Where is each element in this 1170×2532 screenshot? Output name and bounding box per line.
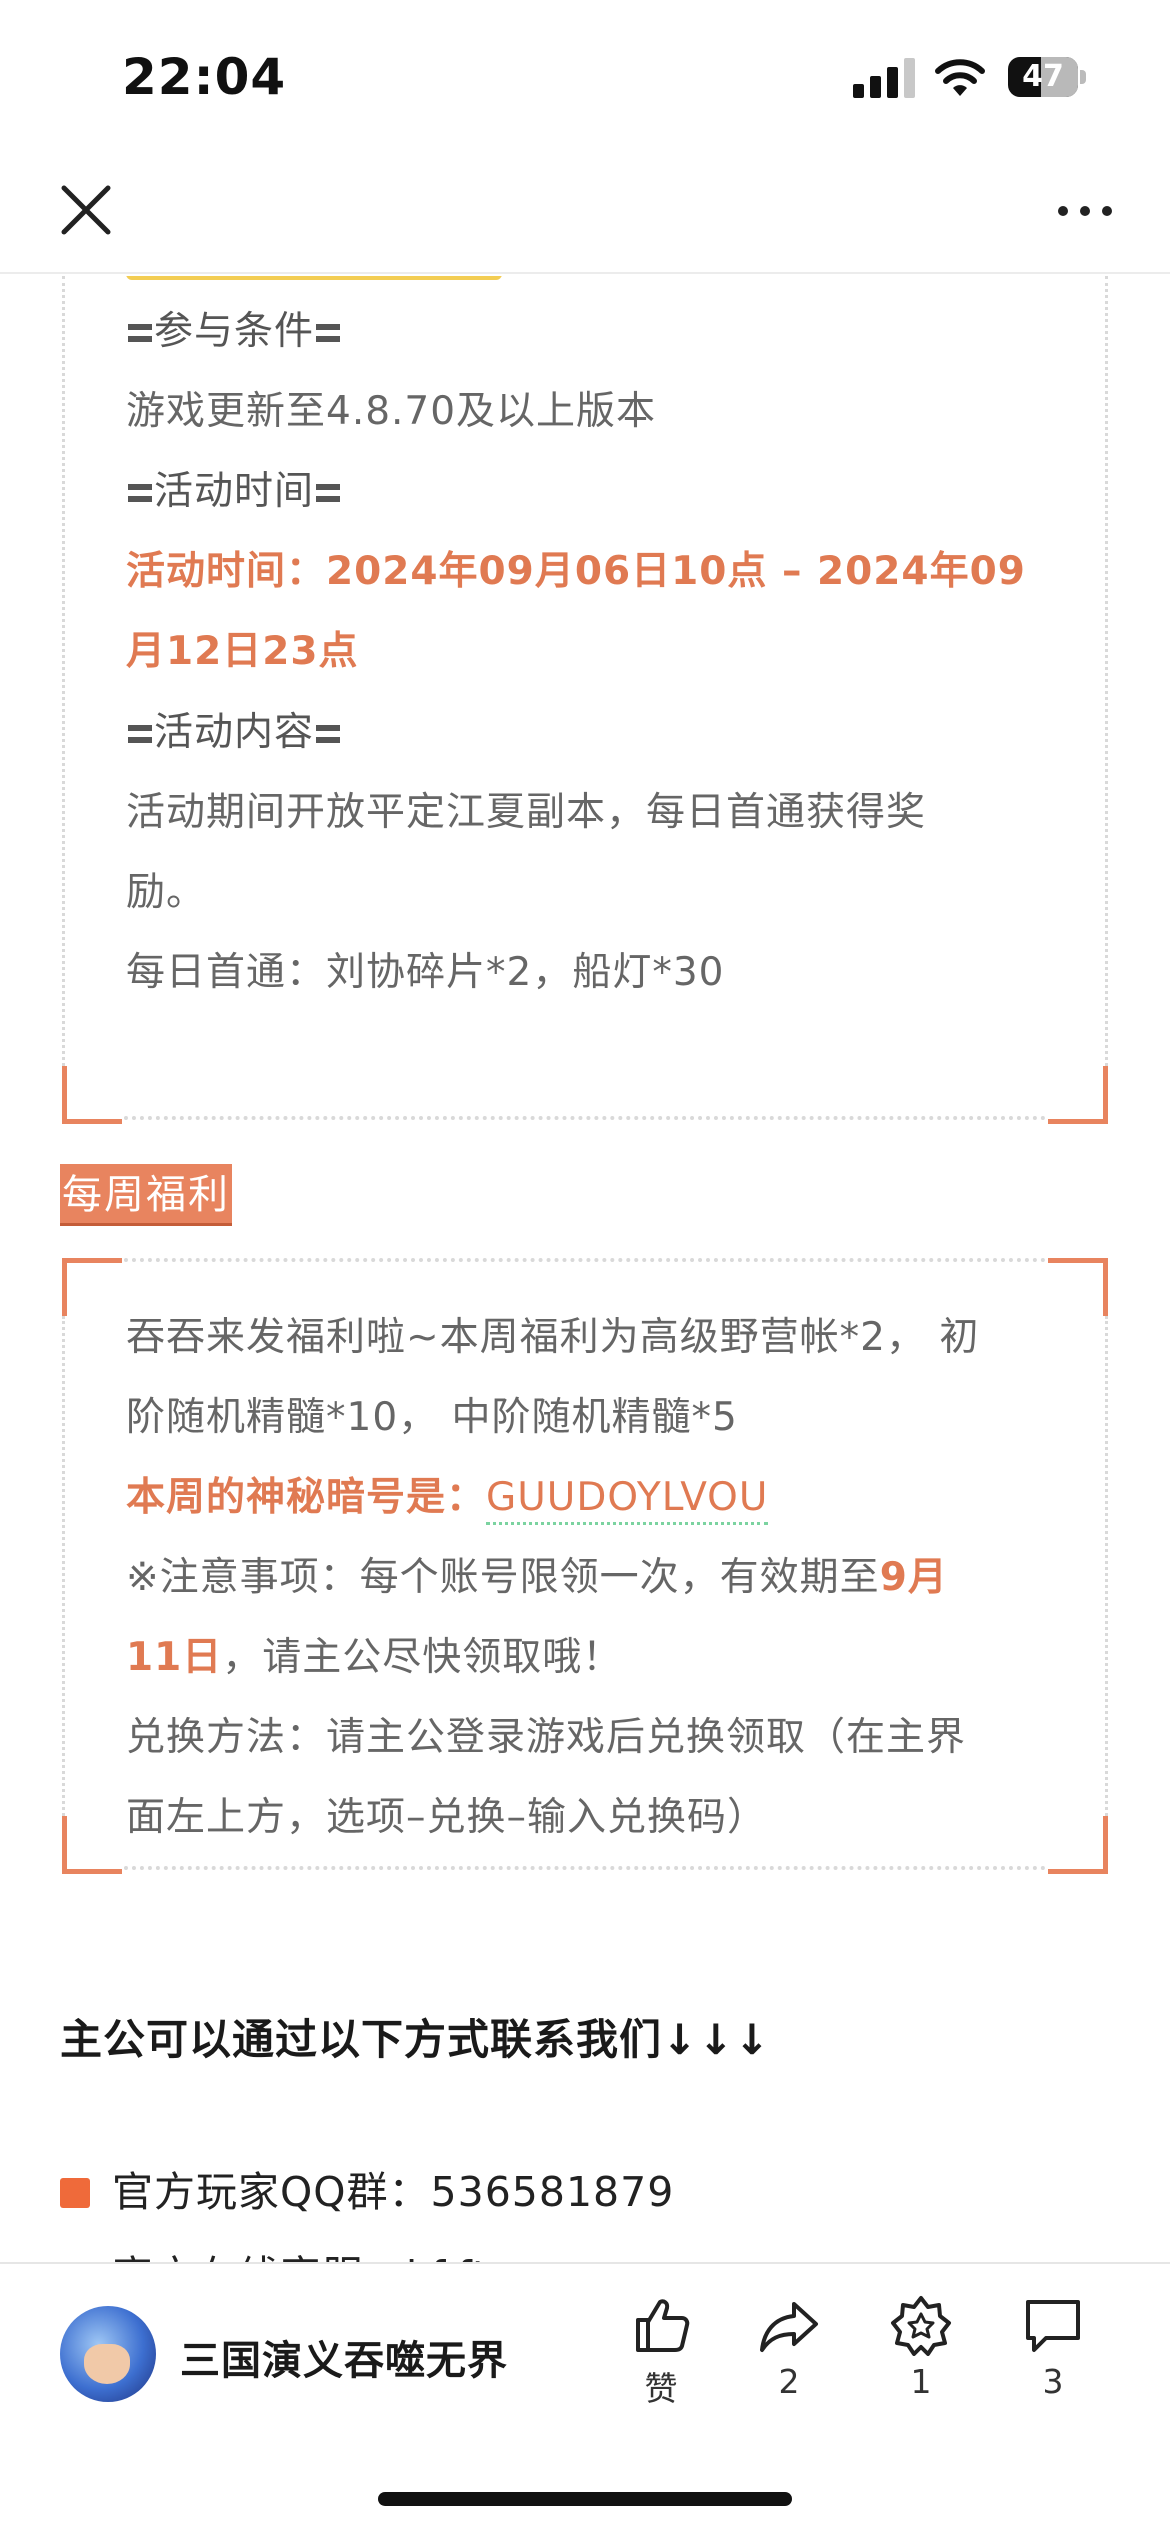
nav-bar [0,150,1170,274]
daily-reward-line: 每日首通：刘协碎片*2，船灯*30 [126,950,725,995]
share-button[interactable]: 2 [744,2294,834,2401]
share-arrow-icon [760,2302,818,2352]
more-dots-icon[interactable] [1050,180,1120,240]
badge-star-icon [891,2296,951,2356]
notice-line-2: 11日，请主公尽快领取哦！ [126,1635,623,1680]
weekly-line-2: 阶随机精髓*10， 中阶随机精髓*5 [126,1395,738,1440]
like-button[interactable]: 赞 [616,2294,706,2410]
article-content: 参与条件 游戏更新至4.8.70及以上版本 活动时间 活动时间：2024年09月… [0,276,1170,2262]
home-indicator[interactable] [378,2492,792,2506]
comment-bubble-icon [1026,2300,1080,2352]
weekly-benefits-title: 每周福利 [60,1164,232,1226]
participation-heading: 参与条件 [126,300,342,356]
time-heading: 活动时间 [126,460,342,516]
battery-icon: 47 [1008,57,1086,97]
contact-heading: 主公可以通过以下方式联系我们↓↓↓ [60,2015,771,2064]
battery-percentage: 47 [1022,59,1064,94]
contact-item: 官方玩家QQ群：536581879 [60,2158,674,2218]
event-time-line-1: 活动时间：2024年09月06日10点 – 2024年09 [126,549,1026,594]
cellular-signal-icon [853,58,915,98]
secret-code-value[interactable]: GUUDOYLVOU [486,1475,769,1525]
participation-text: 游戏更新至4.8.70及以上版本 [126,389,657,434]
close-icon[interactable] [56,180,116,240]
thumbs-up-icon [636,2299,690,2352]
comment-button[interactable]: 3 [1008,2294,1098,2401]
secret-code-line: 本周的神秘暗号是：GUUDOYLVOU [126,1466,769,1525]
account-name[interactable]: 三国演义吞噬无界 [180,2328,508,2386]
status-time: 22:04 [122,48,287,106]
bullet-square-icon [60,2178,90,2208]
content-heading: 活动内容 [126,701,342,757]
redeem-method-line-2: 面左上方，选项–兑换–输入兑换码） [126,1795,768,1840]
account-avatar[interactable] [60,2306,156,2402]
favorite-button[interactable]: 1 [876,2294,966,2401]
redeem-method-line-1: 兑换方法：请主公登录游戏后兑换领取（在主界 [126,1715,967,1760]
weekly-line-1: 吞吞来发福利啦~本周福利为高级野营帐*2， 初 [126,1315,980,1360]
event-content-line-2: 励。 [126,870,207,915]
wifi-icon [935,59,985,96]
event-content-line-1: 活动期间开放平定江夏副本，每日首通获得奖 [126,790,927,835]
secret-code-label: 本周的神秘暗号是： [126,1475,487,1520]
notice-line-1: ※注意事项：每个账号限领一次，有效期至9月 [126,1555,948,1600]
event-time-line-2: 月12日23点 [126,629,359,674]
status-bar: 22:04 47 [0,0,1170,150]
contact-item: 官方在线客服：kf.ft... [60,2242,531,2262]
